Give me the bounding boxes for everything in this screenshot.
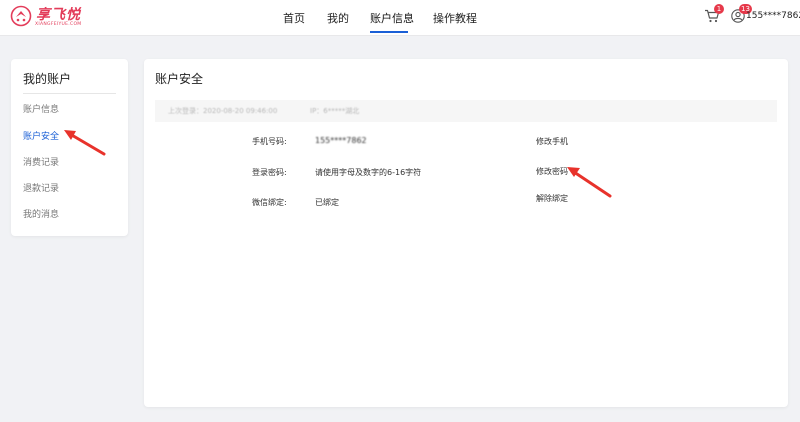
annotation-arrow-sidebar bbox=[64, 130, 106, 156]
nav-mine[interactable]: 我的 bbox=[327, 10, 349, 26]
nav-active-indicator bbox=[370, 31, 408, 33]
top-navigation-bar: 享飞悦 XIANGFEIYUE.COM 首页 我的 账户信息 操作教程 1 13… bbox=[0, 0, 800, 36]
page-title: 账户安全 bbox=[155, 72, 204, 86]
sidebar-item-my-messages[interactable]: 我的消息 bbox=[23, 207, 59, 220]
password-hint: 请使用字母及数字的6-16字符 bbox=[315, 168, 422, 177]
wechat-label: 微信绑定: bbox=[252, 198, 287, 207]
logo-subtitle: XIANGFEIYUE.COM bbox=[35, 22, 82, 27]
last-login-bar: 上次登录：2020-08-20 09:46:00 IP：6*****湖北 bbox=[155, 100, 777, 122]
last-login-ip: IP：6*****湖北 bbox=[310, 107, 360, 115]
sidebar-item-account-info[interactable]: 账户信息 bbox=[23, 102, 59, 115]
password-label: 登录密码: bbox=[252, 168, 287, 177]
cart-count-badge: 1 bbox=[714, 4, 724, 14]
phone-label: 手机号码: bbox=[252, 137, 287, 146]
nav-tutorial[interactable]: 操作教程 bbox=[433, 10, 477, 26]
logo-icon bbox=[10, 5, 32, 27]
nav-home[interactable]: 首页 bbox=[283, 10, 305, 26]
last-login-time: 上次登录：2020-08-20 09:46:00 bbox=[168, 107, 278, 115]
sidebar-title: 我的账户 bbox=[23, 72, 72, 86]
wechat-status: 已绑定 bbox=[315, 198, 339, 207]
sidebar-item-account-security[interactable]: 账户安全 bbox=[23, 129, 59, 142]
account-security-panel: 账户安全 上次登录：2020-08-20 09:46:00 IP：6*****湖… bbox=[144, 59, 788, 407]
user-phone[interactable]: 155****7862 bbox=[746, 11, 800, 21]
site-logo[interactable]: 享飞悦 XIANGFEIYUE.COM bbox=[10, 4, 100, 32]
sidebar-item-consumption-records[interactable]: 消费记录 bbox=[23, 155, 59, 168]
nav-account-info[interactable]: 账户信息 bbox=[370, 10, 414, 26]
annotation-arrow-change-password bbox=[567, 167, 612, 198]
sidebar-divider bbox=[23, 93, 116, 94]
logo-text: 享飞悦 bbox=[36, 7, 81, 23]
change-phone-link[interactable]: 修改手机 bbox=[536, 136, 568, 147]
phone-value: 155****7862 bbox=[315, 136, 367, 145]
sidebar-item-refund-records[interactable]: 退款记录 bbox=[23, 181, 59, 194]
